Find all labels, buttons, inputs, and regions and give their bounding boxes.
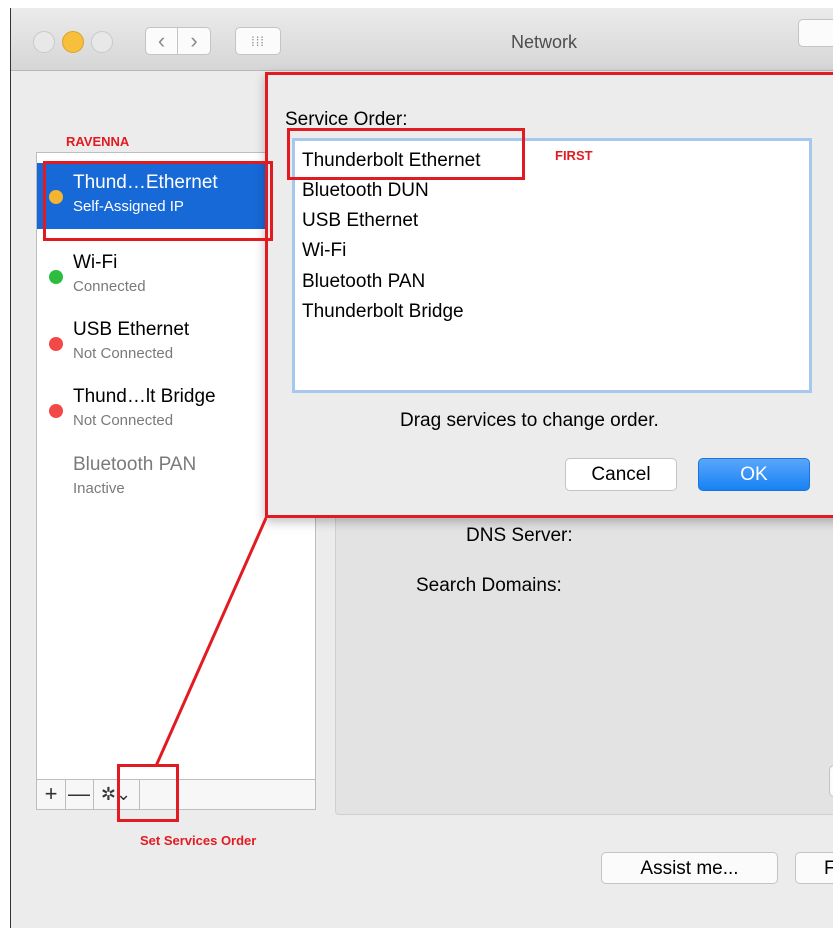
annotation-connector [154, 517, 268, 767]
connector-line [154, 517, 268, 767]
